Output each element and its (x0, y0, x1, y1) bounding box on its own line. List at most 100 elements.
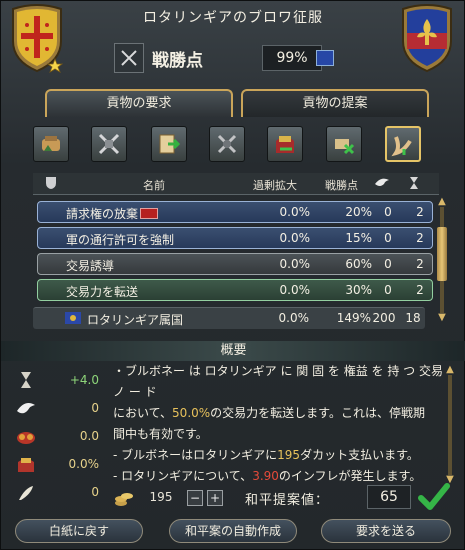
claim-button[interactable] (33, 126, 69, 162)
target-country-shield-icon[interactable] (399, 3, 455, 73)
summary-peace: 200 (372, 311, 396, 325)
release-button[interactable] (326, 126, 362, 162)
demand-type-buttons (33, 126, 433, 166)
stat-value: 0 (91, 401, 99, 415)
highlight-value: 195 (277, 448, 301, 462)
header-aggressive-expansion[interactable]: 過剰拡大 (253, 177, 297, 193)
transfer-trade-button[interactable] (267, 126, 303, 162)
table-row[interactable]: 交易力を転送 0.0% 30% 0 2 (37, 279, 433, 301)
stat-trade: 0.0% (9, 451, 109, 479)
row-ws: 60% (345, 257, 372, 271)
hourglass-header-icon[interactable] (409, 176, 419, 193)
row-name: 交易誘導 (66, 259, 115, 273)
stat-value: 0.0% (68, 457, 100, 471)
vassal-button[interactable] (209, 126, 245, 162)
decrease-money-button[interactable]: − (187, 490, 203, 506)
overview-line: 間中も有効です。 (113, 424, 453, 445)
shield-column-icon (45, 176, 57, 193)
table-row[interactable]: 軍の通行許可を強制 0.0% 15% 0 2 (37, 227, 433, 249)
highlight-value: 50.0% (172, 406, 211, 420)
header-warscore[interactable]: 戦勝点 (325, 177, 358, 193)
summary-ws: 149% (336, 311, 371, 325)
trade-steer-button[interactable] (151, 126, 187, 162)
military-access-icon (98, 133, 120, 155)
row-peace: 0 (384, 257, 392, 271)
transfer-trade-icon (276, 136, 294, 153)
row-ae: 0.0% (279, 231, 311, 245)
checkmark-icon (418, 483, 450, 510)
peace-dove-icon (17, 403, 35, 414)
claim-icon (42, 136, 60, 151)
trade-icon (18, 458, 34, 472)
country-flag-icon (65, 312, 81, 327)
row-name: 請求権の放棄 (66, 207, 139, 221)
row-name: 交易力を転送 (66, 285, 139, 299)
quill-icon (19, 486, 33, 500)
scroll-up-icon[interactable]: ▲ (436, 197, 448, 207)
header-name[interactable]: 名前 (143, 177, 165, 193)
row-ws: 20% (345, 205, 372, 219)
overview-text: において、 (113, 406, 173, 420)
stat-peace: 0 (9, 395, 109, 423)
overview-stats: +4.0 0 0.0 0.0% 0 (9, 363, 109, 511)
peace-deal-window: ロタリンギアのブロワ征服 戦勝点 99% 貢物の要求 貢物の提案 名前 過剰拡大… (0, 0, 465, 550)
summary-name: ロタリンギア属国 (87, 313, 184, 327)
crossed-swords-icon (114, 43, 144, 73)
row-peace: 0 (384, 205, 392, 219)
vassal-icon (217, 134, 237, 154)
stat-diplomacy: 0 (9, 479, 109, 507)
tab-offer-tribute[interactable]: 貢物の提案 (241, 89, 429, 117)
trade-steer-icon (159, 134, 181, 154)
scroll-down-icon[interactable]: ▼ (436, 313, 448, 323)
overview-line: - ロタリンギアについて、3.90のインフレが発生します。 (113, 466, 453, 481)
scroll-thumb[interactable] (437, 227, 447, 281)
military-access-button[interactable] (91, 126, 127, 162)
row-ws: 15% (345, 231, 372, 245)
reset-button[interactable]: 白紙に戻す (15, 519, 143, 543)
money-amount: 195 (149, 490, 173, 504)
stability-icon (21, 372, 31, 388)
overview-scrollbar[interactable]: ▲ ▼ (445, 365, 455, 485)
overview-line: ・ブルボネー は ロタリンギア に 関 固 を 権益 を 持 つ 交易 ノ ー … (113, 361, 453, 403)
table-scrollbar[interactable]: ▲ ▼ (437, 197, 447, 323)
acceptance-value: 65 (367, 485, 411, 509)
table-header: 名前 過剰拡大 戦勝点 (33, 173, 439, 195)
table-row[interactable]: 交易誘導 0.0% 60% 0 2 (37, 253, 433, 275)
row-ae: 0.0% (279, 283, 311, 297)
overview-text: - ロタリンギアについて、 (113, 469, 253, 481)
tribute-button[interactable] (385, 126, 421, 162)
increase-money-button[interactable]: + (207, 490, 223, 506)
row-ae: 0.0% (279, 205, 311, 219)
row-turns: 2 (416, 283, 424, 297)
tab-demand-tribute[interactable]: 貢物の要求 (45, 89, 233, 117)
row-turns: 2 (416, 205, 424, 219)
row-ws: 30% (345, 283, 372, 297)
auto-peace-button[interactable]: 和平案の自動作成 (169, 519, 297, 543)
row-peace: 0 (384, 231, 392, 245)
scroll-up-icon[interactable]: ▲ (444, 365, 456, 375)
stat-value: 0 (91, 485, 99, 499)
warscore-row: 戦勝点 99% (114, 43, 348, 73)
send-demand-button[interactable]: 要求を送る (321, 519, 451, 543)
stat-value: 0.0 (79, 429, 99, 443)
demand-table: 名前 過剰拡大 戦勝点 請求権の放棄 0.0% 20% 0 2 軍の通行許可を強… (33, 173, 447, 325)
stat-ducats: 0.0 (9, 423, 109, 451)
row-name: 軍の通行許可を強制 (66, 233, 175, 247)
money-demand: 195 − + (113, 485, 233, 511)
peace-dove-header-icon[interactable] (373, 176, 391, 193)
overview-text: - ブルボネーはロタリンギアに (113, 448, 278, 462)
overview-header: 概要 (1, 341, 465, 361)
row-turns: 2 (416, 231, 424, 245)
stat-stability: +4.0 (9, 367, 109, 395)
overview-text: ・ブルボネー は ロタリンギア に 関 固 を 権益 を 持 つ 交易 ノ ー … (113, 364, 443, 399)
enemy-flag-badge (140, 208, 159, 219)
overview-text: 間中も有効です。 (113, 427, 208, 441)
acceptance-label: 和平提案値： (245, 493, 330, 508)
overview-text: の交易力を転送します。これは、停戦期 (210, 406, 425, 420)
table-row[interactable]: 請求権の放棄 0.0% 20% 0 2 (37, 201, 433, 223)
flag-icon[interactable] (316, 50, 334, 66)
summary-ae: 0.0% (278, 311, 310, 325)
warscore-label: 戦勝点 (152, 51, 203, 71)
row-ae: 0.0% (279, 257, 311, 271)
release-icon (335, 139, 355, 155)
